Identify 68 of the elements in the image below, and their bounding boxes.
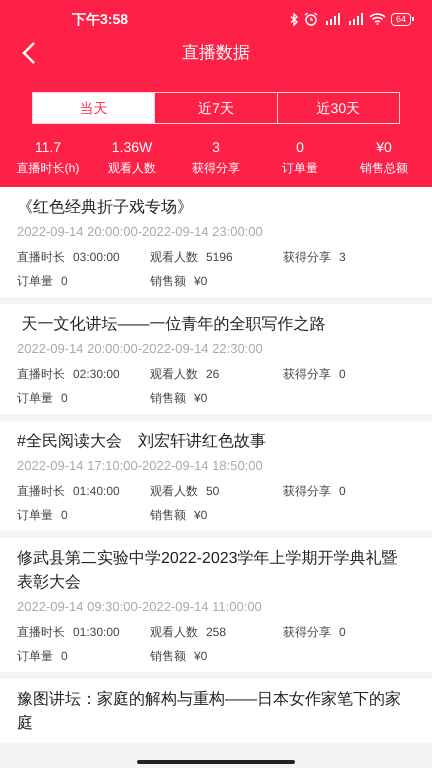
status-time: 下午3:58 xyxy=(72,10,128,28)
stat-label: 订单量 xyxy=(17,648,53,665)
summary-value: 3 xyxy=(212,138,220,156)
stat-label: 获得分享 xyxy=(283,249,331,266)
session-title: 修武县第二实验中学2022-2023学年上学期开学典礼暨表彰大会 xyxy=(17,548,399,593)
summary-label: 直播时长(h) xyxy=(16,160,80,177)
summary-label: 订单量 xyxy=(282,160,318,177)
stat-value: 0 xyxy=(61,648,68,665)
session-time: 2022-09-14 17:10:00-2022-09-14 18:50:00 xyxy=(17,457,264,475)
stat-value: 0 xyxy=(61,507,68,524)
stat-label: 观看人数 xyxy=(150,366,198,383)
summary-value: 1.36W xyxy=(112,138,152,156)
stat-value: 0 xyxy=(61,273,68,290)
period-tab[interactable]: 近7天 xyxy=(154,93,277,123)
stat-label: 获得分享 xyxy=(283,624,331,641)
stat-label: 直播时长 xyxy=(17,624,65,641)
stat-value: ¥0 xyxy=(194,507,208,524)
wifi-icon xyxy=(368,13,386,25)
stat-label: 销售额 xyxy=(150,273,186,290)
stat-label: 销售额 xyxy=(150,390,186,407)
stat-value: 01:40:00 xyxy=(73,483,120,500)
session-title: 豫图讲坛：家庭的解构与重构——日本女作家笔下的家庭 xyxy=(17,690,402,734)
stat-value: 01:30:00 xyxy=(73,624,120,641)
stat-label: 销售额 xyxy=(150,648,186,665)
page-title: 直播数据 xyxy=(182,42,250,64)
stat-value: 03:00:00 xyxy=(73,249,120,266)
stat-label: 获得分享 xyxy=(283,366,331,383)
stat-value: 5196 xyxy=(206,249,233,266)
summary-value: 0 xyxy=(296,138,304,156)
period-tab[interactable]: 近30天 xyxy=(276,93,399,123)
stat-value: 0 xyxy=(339,624,346,641)
summary-label: 观看人数 xyxy=(108,160,156,177)
summary-label: 获得分享 xyxy=(192,160,240,177)
stat-label: 观看人数 xyxy=(150,624,198,641)
stat-value: ¥0 xyxy=(194,273,208,290)
stat-value: 50 xyxy=(206,483,220,500)
period-tab[interactable]: 当天 xyxy=(33,93,154,123)
session-title: 天一文化讲坛——一位青年的全职写作之路 xyxy=(20,314,326,335)
battery-icon: 64 xyxy=(390,12,411,26)
session-time: 2022-09-14 20:00:00-2022-09-14 22:30:00 xyxy=(17,340,264,358)
stat-label: 直播时长 xyxy=(17,249,65,266)
stat-value: 0 xyxy=(61,390,68,407)
stat-label: 订单量 xyxy=(17,390,53,407)
stat-value: ¥0 xyxy=(194,648,208,665)
summary-value: 11.7 xyxy=(34,138,62,156)
summary-value: ¥0 xyxy=(376,138,392,156)
session-time: 2022-09-14 09:30:00-2022-09-14 11:00:00 xyxy=(17,598,263,616)
stat-value: 26 xyxy=(206,366,220,383)
stat-label: 销售额 xyxy=(150,507,186,524)
stat-label: 获得分享 xyxy=(283,483,331,500)
stat-value: 258 xyxy=(206,624,226,641)
session-time: 2022-09-14 20:00:00-2022-09-14 23:00:00 xyxy=(17,223,264,241)
session-title: #全民阅读大会 刘宏轩讲红色故事 xyxy=(17,432,267,452)
stat-label: 直播时长 xyxy=(17,483,65,500)
stat-label: 直播时长 xyxy=(17,366,65,383)
stat-value: ¥0 xyxy=(194,390,208,407)
stat-value: 02:30:00 xyxy=(73,366,120,383)
stat-value: 0 xyxy=(339,483,346,500)
alarm-icon xyxy=(304,12,318,26)
stat-value: 3 xyxy=(339,249,346,266)
stat-value: 0 xyxy=(339,366,346,383)
bluetooth-icon xyxy=(290,12,299,26)
stat-label: 订单量 xyxy=(17,507,53,524)
stat-label: 订单量 xyxy=(17,273,53,290)
stat-label: 观看人数 xyxy=(150,249,198,266)
session-title: 《红色经典折子戏专场》 xyxy=(17,198,194,218)
stat-label: 观看人数 xyxy=(150,483,198,500)
summary-label: 销售总额 xyxy=(360,160,408,177)
